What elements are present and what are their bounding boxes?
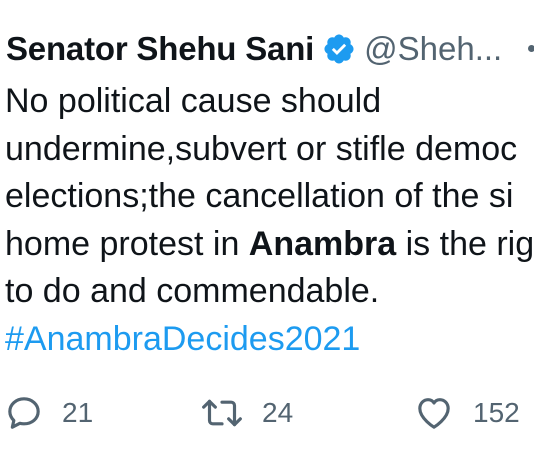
tweet-text-line: elections;the cancellation of the si: [5, 177, 514, 215]
highlighted-keyword: Anambra: [248, 224, 397, 263]
reply-count: 21: [62, 397, 94, 428]
reply-button[interactable]: 21: [4, 388, 93, 438]
author-display-name[interactable]: Senator Shehu Sani: [6, 30, 314, 68]
reply-icon: [4, 393, 44, 433]
tweet-text-fragment: home protest in: [5, 224, 249, 263]
tweet-header: Senator Shehu Sani @Sheh...: [6, 26, 502, 72]
retweet-icon: [200, 393, 244, 433]
like-count: 152: [473, 397, 520, 428]
verified-badge-icon: [322, 32, 356, 66]
like-button[interactable]: 152: [413, 388, 520, 438]
tweet-actions: 21 24 152: [0, 388, 534, 438]
tweet-card[interactable]: Senator Shehu Sani @Sheh... No political…: [0, 0, 534, 462]
tweet-text: No political cause should undermine,subv…: [5, 78, 534, 363]
tweet-text-line: home protest in Anambra is the rig: [5, 221, 534, 269]
tweet-text-line: No political cause should: [5, 82, 382, 120]
tweet-text-line: to do and commendable.: [5, 272, 380, 310]
retweet-count: 24: [262, 397, 294, 428]
tweet-text-fragment: is the rig: [396, 224, 534, 263]
tweet-text-line: undermine,subvert or stifle democ: [5, 129, 518, 168]
more-options-icon[interactable]: [528, 45, 534, 52]
heart-icon: [413, 393, 455, 433]
retweet-button[interactable]: 24: [200, 388, 293, 438]
author-handle[interactable]: @Sheh...: [364, 30, 502, 68]
hashtag-link[interactable]: #AnambraDecides2021: [5, 316, 534, 364]
